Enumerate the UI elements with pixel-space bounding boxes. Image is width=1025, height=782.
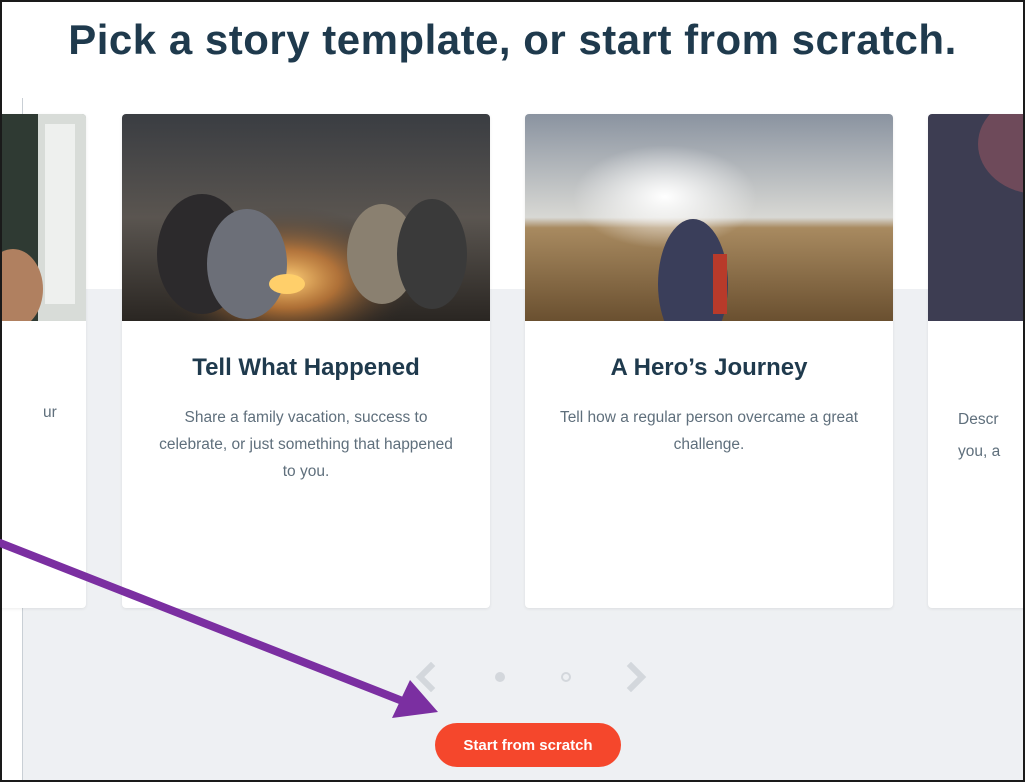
carousel-dot-inactive[interactable] xyxy=(561,672,571,682)
start-from-scratch-button[interactable]: Start from scratch xyxy=(435,723,621,767)
card-image-campfire xyxy=(122,114,490,321)
card-image-partial xyxy=(928,114,1023,321)
card-description: Share a family vacation, success to cele… xyxy=(159,409,453,480)
carousel-prev-button[interactable] xyxy=(411,661,441,693)
card-title: Tell What Happened xyxy=(192,354,420,381)
chevron-right-icon xyxy=(626,661,647,693)
card-description-partial: ur xyxy=(43,404,57,421)
template-card-tell-what-happened[interactable]: Tell What Happened Share a family vacati… xyxy=(122,114,490,608)
template-card-partial-right[interactable]: Descr you, a xyxy=(928,114,1023,608)
template-card-partial-left[interactable]: ur xyxy=(2,114,86,608)
carousel-next-button[interactable] xyxy=(621,661,651,693)
template-carousel: ur Tell What Happened Share a family vac… xyxy=(2,98,1023,780)
card-description: Tell how a regular person overcame a gre… xyxy=(559,409,859,453)
carousel-dot-active[interactable] xyxy=(495,672,505,682)
card-description-partial: Descr you, a xyxy=(958,411,1001,460)
app-frame: Pick a story template, or start from scr… xyxy=(0,0,1025,782)
page-title: Pick a story template, or start from scr… xyxy=(68,16,957,63)
card-title: A Hero’s Journey xyxy=(610,354,808,381)
card-image-field xyxy=(525,114,893,321)
card-image-window xyxy=(2,114,86,321)
chevron-left-icon xyxy=(415,661,436,693)
template-card-a-heros-journey[interactable]: A Hero’s Journey Tell how a regular pers… xyxy=(525,114,893,608)
